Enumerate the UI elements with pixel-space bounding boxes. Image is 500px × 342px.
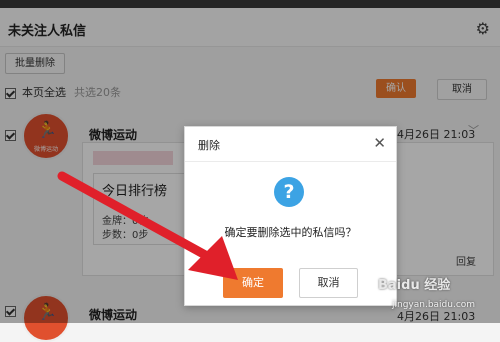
watermark: Baidu 经验 — [378, 278, 451, 293]
watermark-url: jingyan.baidu.com — [392, 300, 476, 310]
